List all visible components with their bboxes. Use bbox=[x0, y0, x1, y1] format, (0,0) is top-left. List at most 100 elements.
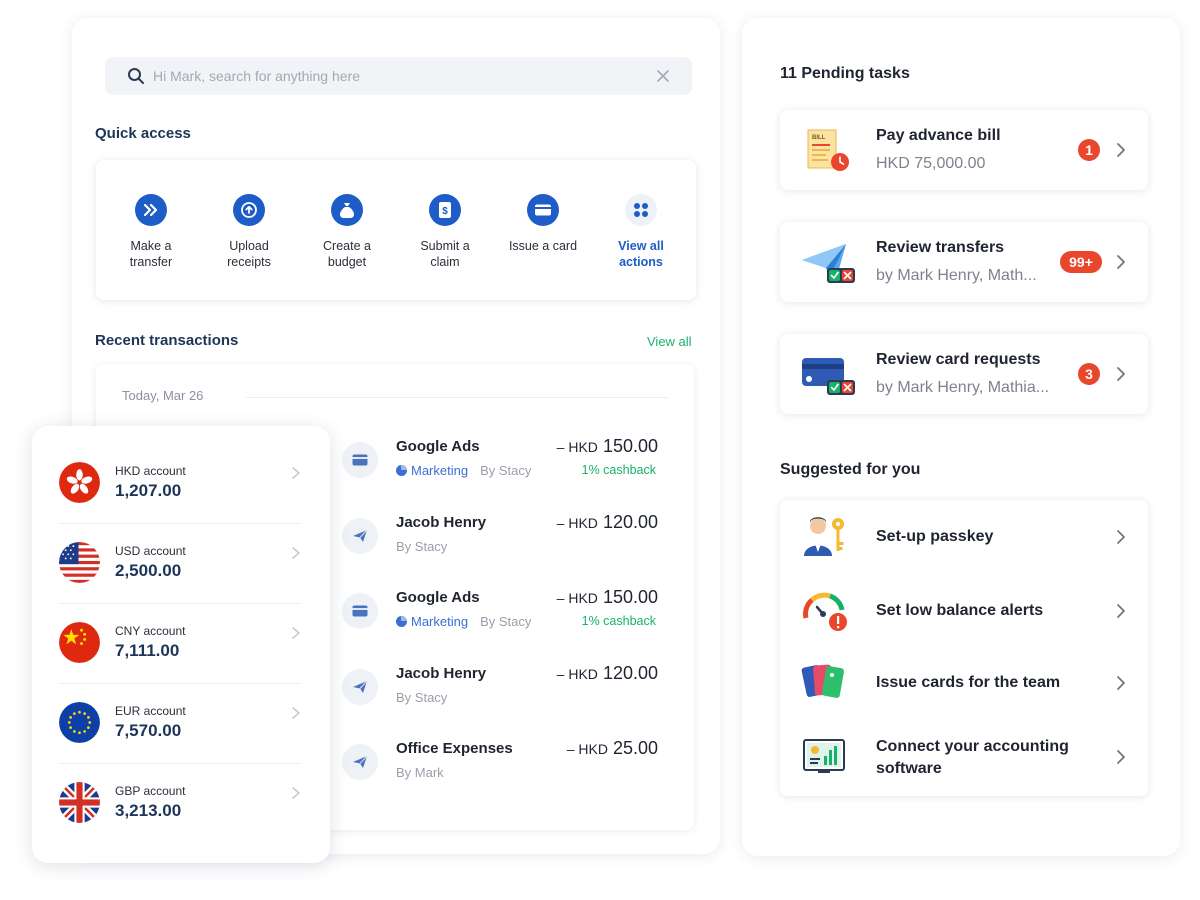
issue-card-action[interactable]: Issue a card bbox=[494, 160, 592, 300]
account-row-eur[interactable]: EUR account 7,570.00 bbox=[59, 684, 301, 764]
transaction-meta: Marketing By Stacy bbox=[396, 463, 531, 478]
passkey-illustration bbox=[804, 517, 844, 556]
money-bag-icon bbox=[331, 194, 363, 226]
pending-tasks-title: 11 Pending tasks bbox=[780, 65, 910, 82]
chevron-right-icon bbox=[292, 627, 300, 639]
bill-illustration: BILL bbox=[807, 129, 849, 171]
account-row-gbp[interactable]: GBP account 3,213.00 bbox=[59, 764, 301, 844]
qa-label-line1: Create a bbox=[323, 239, 371, 253]
suggestion-issue-team-cards[interactable]: Issue cards for the team bbox=[780, 648, 1148, 718]
card-icon bbox=[527, 194, 559, 226]
suggestion-title: Set low balance alerts bbox=[876, 602, 1044, 619]
create-budget-action[interactable]: Create a budget bbox=[298, 160, 396, 300]
search-bar[interactable] bbox=[105, 57, 692, 95]
qa-label-line1: Make a bbox=[130, 239, 172, 253]
account-label: EUR account bbox=[115, 704, 186, 718]
quick-access-title: Quick access bbox=[95, 125, 191, 142]
search-input[interactable] bbox=[153, 57, 633, 95]
submit-claim-action[interactable]: $ Submit a claim bbox=[396, 160, 494, 300]
transaction-amount: – HKD 120.00 bbox=[557, 512, 658, 533]
tasks-panel: 11 Pending tasks BILL Pay advance bill H… bbox=[742, 18, 1180, 856]
qa-label-line2: transfer bbox=[129, 255, 173, 269]
qa-label-line1: View all bbox=[618, 239, 664, 253]
account-label: HKD account bbox=[115, 464, 186, 478]
suggestion-low-balance-alerts[interactable]: Set low balance alerts bbox=[780, 576, 1148, 646]
suggested-title: Suggested for you bbox=[780, 461, 921, 478]
transaction-amount: – HKD 25.00 bbox=[567, 738, 658, 759]
chevron-right-icon bbox=[292, 707, 300, 719]
qa-label-line1: Upload bbox=[229, 239, 269, 253]
qa-label-line2: claim bbox=[430, 255, 460, 269]
transaction-by: By Stacy bbox=[396, 690, 448, 705]
task-pay-advance-bill[interactable]: BILL Pay advance bill HKD 75,000.00 1 bbox=[780, 110, 1148, 190]
date-label: Today, Mar 26 bbox=[122, 388, 204, 403]
receipt-icon: $ bbox=[429, 194, 461, 226]
double-chevron-icon bbox=[135, 194, 167, 226]
cashback-label: 1% cashback bbox=[581, 614, 656, 628]
transaction-name: Jacob Henry bbox=[396, 665, 487, 682]
qa-label-line2: actions bbox=[619, 255, 663, 269]
paper-plane-icon bbox=[342, 669, 378, 705]
amount-currency: HKD bbox=[578, 741, 608, 757]
quick-access-card: Make a transfer Upload receipts Create a bu… bbox=[96, 160, 696, 300]
account-label: CNY account bbox=[115, 624, 186, 638]
upload-receipts-action[interactable]: Upload receipts bbox=[200, 160, 298, 300]
search-icon bbox=[128, 68, 144, 84]
transaction-amount: – HKD 120.00 bbox=[557, 663, 658, 684]
card-request-illustration bbox=[802, 358, 855, 395]
transaction-name: Google Ads bbox=[396, 589, 480, 606]
task-count-badge: 99+ bbox=[1060, 251, 1102, 273]
transaction-meta: By Stacy bbox=[396, 539, 447, 554]
amount-value: 150.00 bbox=[602, 436, 658, 456]
amount-value: 150.00 bbox=[602, 587, 658, 607]
china-flag-icon bbox=[59, 622, 100, 663]
view-all-transactions-link[interactable]: View all bbox=[647, 334, 692, 349]
amount-currency: HKD bbox=[568, 439, 598, 455]
transfer-illustration bbox=[802, 244, 855, 283]
transaction-name: Office Expenses bbox=[396, 740, 513, 757]
svg-text:BILL: BILL bbox=[812, 135, 826, 141]
account-row-hkd[interactable]: HKD account 1,207.00 bbox=[59, 444, 301, 524]
view-all-actions[interactable]: View all actions bbox=[592, 160, 690, 300]
transaction-by: By Stacy bbox=[396, 539, 448, 554]
account-label: USD account bbox=[115, 544, 186, 558]
clear-search-icon[interactable] bbox=[656, 69, 670, 83]
accounting-illustration bbox=[803, 739, 845, 773]
category-pie-icon bbox=[396, 616, 407, 627]
transaction-by: By Stacy bbox=[480, 463, 532, 478]
qa-label-line2: budget bbox=[327, 255, 367, 269]
account-balance: 7,570.00 bbox=[115, 721, 182, 740]
amount-value: 120.00 bbox=[602, 663, 658, 683]
chevron-right-icon bbox=[1117, 255, 1125, 269]
category-tag: Marketing bbox=[411, 614, 469, 629]
task-title: Pay advance bill bbox=[876, 127, 1001, 144]
us-flag-icon bbox=[59, 542, 100, 583]
paper-plane-icon bbox=[342, 744, 378, 780]
chevron-right-icon bbox=[292, 547, 300, 559]
suggestion-connect-accounting[interactable]: Connect your accounting software bbox=[780, 722, 1148, 792]
task-title: Review card requests bbox=[876, 351, 1041, 368]
chevron-right-icon bbox=[1117, 530, 1125, 544]
account-row-usd[interactable]: USD account 2,500.00 bbox=[59, 524, 301, 604]
task-review-card-requests[interactable]: Review card requests by Mark Henry, Math… bbox=[780, 334, 1148, 414]
gauge-alert-illustration bbox=[803, 592, 847, 631]
suggestion-title: Connect your accounting software bbox=[876, 738, 1069, 777]
task-subtitle: HKD 75,000.00 bbox=[876, 155, 986, 172]
suggestion-setup-passkey[interactable]: Set-up passkey bbox=[780, 502, 1148, 572]
account-row-cny[interactable]: CNY account 7,111.00 bbox=[59, 604, 301, 684]
task-title: Review transfers bbox=[876, 239, 1005, 256]
make-transfer-action[interactable]: Make a transfer bbox=[102, 160, 200, 300]
qa-label-line2: receipts bbox=[227, 255, 271, 269]
task-review-transfers[interactable]: Review transfers by Mark Henry, Math... … bbox=[780, 222, 1148, 302]
paper-plane-icon bbox=[342, 518, 378, 554]
transaction-by: By Stacy bbox=[480, 614, 532, 629]
account-balance: 2,500.00 bbox=[115, 561, 182, 580]
chevron-right-icon bbox=[1117, 676, 1125, 690]
transaction-name: Jacob Henry bbox=[396, 514, 487, 531]
accounts-panel: HKD account 1,207.00 USD account 2,500.0… bbox=[32, 426, 330, 863]
amount-value: 120.00 bbox=[602, 512, 658, 532]
recent-transactions-title: Recent transactions bbox=[95, 332, 239, 349]
svg-text:$: $ bbox=[442, 206, 448, 217]
account-label: GBP account bbox=[115, 784, 186, 798]
task-count-badge: 3 bbox=[1078, 363, 1100, 385]
